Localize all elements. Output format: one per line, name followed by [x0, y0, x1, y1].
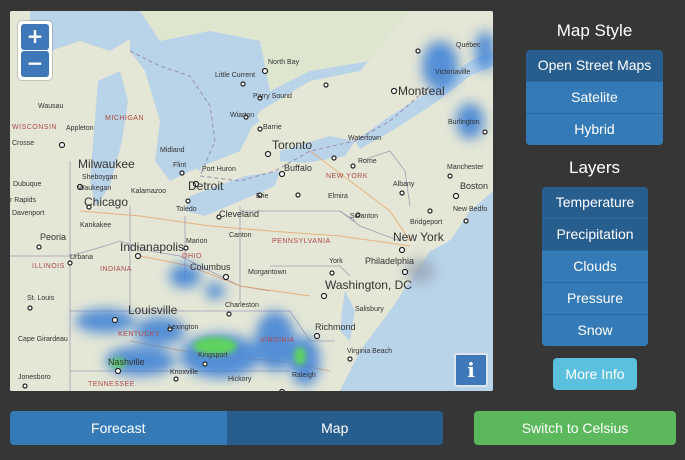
- map-label-richmond: Richmond: [315, 322, 356, 332]
- map-label-little-current: Little Current: [215, 72, 255, 79]
- map-label-ohio: OHIO: [182, 253, 202, 260]
- map-label-boston: Boston: [460, 181, 488, 191]
- map-label-barrie: Barrie: [263, 124, 282, 131]
- map-label-virginia: VIRGINIA: [260, 337, 295, 344]
- map-style-title: Map Style: [556, 21, 633, 40]
- map-label-midland: Midland: [160, 147, 185, 154]
- map-label-knoxville: Knoxville: [170, 369, 198, 376]
- map-label-rome: Rome: [358, 158, 377, 165]
- map-label-davenport: Davenport: [12, 210, 44, 217]
- view-tabs: Forecast Map: [10, 411, 443, 445]
- tab-map[interactable]: Map: [226, 411, 443, 445]
- map-label-toledo: Toledo: [176, 206, 197, 213]
- map-label-peoria: Peoria: [40, 232, 66, 242]
- map-label-parry-sound: Parry Sound: [253, 93, 292, 100]
- map-label-north-bay: North Bay: [268, 59, 300, 66]
- map-label-charleston: Charleston: [225, 302, 259, 309]
- map-label-canton: Canton: [229, 232, 252, 239]
- map-style-group: Open Street Maps Satelite Hybrid: [526, 50, 663, 145]
- map-label-lexington: Lexington: [168, 324, 198, 331]
- map-label-cape-girardeau: Cape Girardeau: [18, 336, 68, 343]
- map-label-toronto: Toronto: [272, 138, 312, 152]
- map-label-morgantown: Morgantown: [248, 269, 287, 276]
- map-label-cleveland: Cleveland: [219, 209, 259, 219]
- map-label-louisville: Louisville: [128, 303, 178, 317]
- map-label-raleigh: Raleigh: [292, 372, 316, 379]
- map-label-jonesboro: Jonesboro: [18, 374, 51, 381]
- map-info-button[interactable]: i: [454, 353, 488, 387]
- map-label-albany: Albany: [393, 181, 415, 188]
- map-label-kankakee: Kankakee: [80, 222, 111, 229]
- zoom-control: + −: [18, 21, 52, 80]
- map-label-tennessee: TENNESSEE: [88, 381, 135, 388]
- map-style-satellite-button[interactable]: Satelite: [526, 82, 663, 114]
- map-label-indianapolis: Indianapolis: [120, 240, 184, 254]
- map-label-illinois: ILLINOIS: [32, 263, 65, 270]
- zoom-out-button[interactable]: −: [21, 51, 49, 77]
- map-label-montreal: Montreal: [398, 84, 445, 98]
- map-label-manchester: Manchester: [447, 164, 484, 171]
- map-style-osm-button[interactable]: Open Street Maps: [526, 50, 663, 82]
- map-label-quebec: Québec: [456, 42, 481, 49]
- map-label-new-york-state: NEW YORK: [326, 173, 368, 180]
- map-label-nashville: Nashville: [108, 357, 145, 367]
- map-label-crosse: Crosse: [12, 140, 34, 147]
- map-label-washington-dc: Washington, DC: [325, 278, 412, 292]
- map-tiles[interactable]: Québec Victoriaville North Bay Montreal …: [10, 11, 493, 391]
- map-label-philadelphia: Philadelphia: [365, 256, 414, 266]
- map-label-marion: Marion: [186, 238, 208, 245]
- map-label-michigan: MICHIGAN: [105, 115, 144, 122]
- layer-temperature-button[interactable]: Temperature: [542, 187, 648, 219]
- map-label-salisbury: Salisbury: [355, 306, 384, 313]
- map-label-milwaukee: Milwaukee: [78, 157, 135, 171]
- map-label-waukegan: Waukegan: [78, 185, 111, 192]
- map-label-wausau: Wausau: [38, 103, 64, 110]
- layers-title: Layers: [568, 158, 621, 177]
- map-label-virginia-beach: Virginia Beach: [347, 348, 392, 355]
- map-label-bridgeport: Bridgeport: [410, 219, 442, 226]
- map-label-kalamazoo: Kalamazoo: [131, 188, 166, 195]
- map-label-indiana: INDIANA: [100, 266, 132, 273]
- map-label-appleton: Appleton: [66, 125, 94, 132]
- map-label-dubuque: Dubuque: [13, 181, 42, 188]
- map-style-hybrid-button[interactable]: Hybrid: [526, 114, 663, 145]
- map-label-wisconsin: WISCONSIN: [12, 124, 57, 131]
- map-label-wiarton: Wiarton: [230, 112, 254, 119]
- map-label-pennsylvania: PENNSYLVANIA: [272, 238, 331, 245]
- layer-clouds-button[interactable]: Clouds: [542, 251, 648, 283]
- more-info-button[interactable]: More Info: [553, 358, 637, 390]
- map-label-watertown: Watertown: [348, 135, 381, 142]
- layers-group: Temperature Precipitation Clouds Pressur…: [542, 187, 648, 346]
- map-label-flint: Flint: [173, 162, 186, 169]
- map-label-erie: Erie: [256, 193, 269, 200]
- map-label-victoriaville: Victoriaville: [435, 69, 470, 76]
- map-label-elmira: Elmira: [328, 193, 348, 200]
- tab-forecast[interactable]: Forecast: [10, 411, 227, 445]
- map-label-detroit: Detroit: [188, 179, 224, 193]
- layer-pressure-button[interactable]: Pressure: [542, 283, 648, 315]
- map-label-st-louis: St. Louis: [27, 295, 55, 302]
- map-label-new-york: New York: [393, 230, 445, 244]
- layer-snow-button[interactable]: Snow: [542, 315, 648, 346]
- switch-to-celsius-button[interactable]: Switch to Celsius: [474, 411, 676, 445]
- map-label-hickory: Hickory: [228, 376, 252, 383]
- map-label-buffalo: Buffalo: [284, 163, 312, 173]
- map-label-sheboygan: Sheboygan: [82, 174, 118, 181]
- map-label-urbana: Urbana: [70, 254, 93, 261]
- map-label-burlington: Burlington: [448, 119, 480, 126]
- map-label-york: York: [329, 258, 343, 265]
- map-label-columbus: Columbus: [190, 262, 231, 272]
- map-label-rapids: r Rapids: [10, 197, 37, 204]
- layer-precipitation-button[interactable]: Precipitation: [542, 219, 648, 251]
- map-label-new-bedford: New Bedfo: [453, 206, 487, 213]
- map-label-scranton: Scranton: [350, 213, 378, 220]
- map-label-port-huron: Port Huron: [202, 166, 236, 173]
- map-label-kentucky: KENTUCKY: [118, 331, 160, 338]
- map-label-chicago: Chicago: [84, 195, 128, 209]
- weather-map[interactable]: Québec Victoriaville North Bay Montreal …: [10, 11, 493, 391]
- map-label-kingsport: Kingsport: [198, 352, 228, 359]
- zoom-in-button[interactable]: +: [21, 24, 49, 50]
